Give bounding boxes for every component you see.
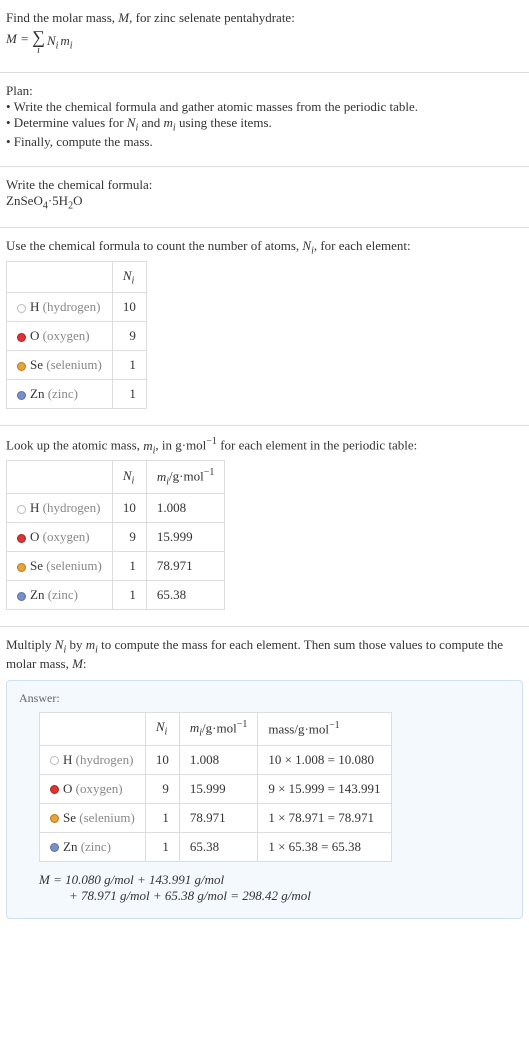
table-row: Se (selenium)178.971 xyxy=(7,552,225,581)
element-dot-icon xyxy=(50,814,59,823)
plan-bullet-2: • Determine values for Ni and mi using t… xyxy=(6,115,523,134)
table-row: Zn (zinc)165.381 × 65.38 = 65.38 xyxy=(40,832,392,861)
table-row: H (hydrogen)10 xyxy=(7,293,147,322)
element-dot-icon xyxy=(17,304,26,313)
element-dot-icon xyxy=(17,534,26,543)
sigma-icon: ∑ i xyxy=(32,28,45,56)
eq-mi: mi xyxy=(60,33,72,52)
element-dot-icon xyxy=(17,563,26,572)
plan-bullet-3: • Finally, compute the mass. xyxy=(6,134,523,150)
element-dot-icon xyxy=(50,785,59,794)
intro-text: Find the molar mass, xyxy=(6,10,118,25)
element-dot-icon xyxy=(50,756,59,765)
formula-title: Write the chemical formula: xyxy=(6,177,523,193)
mass-table: Ni mi/g·mol−1 H (hydrogen)101.008 O (oxy… xyxy=(6,460,225,610)
table-header-row: Ni xyxy=(7,261,147,293)
multiply-section: Multiply Ni by mi to compute the mass fo… xyxy=(0,627,529,674)
col-Ni: Ni xyxy=(145,712,179,745)
table-row: O (oxygen)9 xyxy=(7,322,147,351)
sum-expression: ∑ i Nimi xyxy=(32,28,72,56)
element-dot-icon xyxy=(50,843,59,852)
col-Ni: Ni xyxy=(112,461,146,494)
table-row: H (hydrogen)101.008 xyxy=(7,494,225,523)
count-title: Use the chemical formula to count the nu… xyxy=(6,238,523,257)
final-molar-mass: M = 10.080 g/mol + 143.991 g/mol + 78.97… xyxy=(39,872,510,904)
element-dot-icon xyxy=(17,362,26,371)
answer-label: Answer: xyxy=(19,691,510,706)
count-section: Use the chemical formula to count the nu… xyxy=(0,228,529,426)
intro-line: Find the molar mass, M, for zinc selenat… xyxy=(6,10,523,26)
element-dot-icon xyxy=(17,391,26,400)
plan-title: Plan: xyxy=(6,83,523,99)
eq-Ni: Ni xyxy=(47,33,58,52)
element-dot-icon xyxy=(17,333,26,342)
formula-text: ZnSeO4·5H2O xyxy=(6,193,523,212)
intro-equation: M = ∑ i Nimi xyxy=(6,28,523,56)
intro-text2: , for zinc selenate pentahydrate: xyxy=(129,10,295,25)
plan-section: Plan: • Write the chemical formula and g… xyxy=(0,73,529,167)
table-row: Se (selenium)1 xyxy=(7,351,147,380)
table-header-row: Ni mi/g·mol−1 mass/g·mol−1 xyxy=(40,712,392,745)
answer-box: Answer: Ni mi/g·mol−1 mass/g·mol−1 H (hy… xyxy=(6,680,523,919)
formula-section: Write the chemical formula: ZnSeO4·5H2O xyxy=(0,167,529,229)
count-table: Ni H (hydrogen)10 O (oxygen)9 Se (seleni… xyxy=(6,261,147,410)
table-row: H (hydrogen)101.00810 × 1.008 = 10.080 xyxy=(40,745,392,774)
table-row: Zn (zinc)165.38 xyxy=(7,581,225,610)
mass-title: Look up the atomic mass, mi, in g·mol−1 … xyxy=(6,436,523,456)
table-row: Zn (zinc)1 xyxy=(7,380,147,409)
intro-section: Find the molar mass, M, for zinc selenat… xyxy=(0,0,529,73)
eq-lhs: M = xyxy=(6,31,32,46)
table-row: O (oxygen)915.9999 × 15.999 = 143.991 xyxy=(40,774,392,803)
plan-bullet-1: • Write the chemical formula and gather … xyxy=(6,99,523,115)
element-dot-icon xyxy=(17,592,26,601)
final-line-2: + 78.971 g/mol + 65.38 g/mol = 298.42 g/… xyxy=(69,888,510,904)
table-row: O (oxygen)915.999 xyxy=(7,523,225,552)
intro-M: M xyxy=(118,10,129,25)
element-dot-icon xyxy=(17,505,26,514)
col-mi: mi/g·mol−1 xyxy=(179,712,257,745)
col-mi: mi/g·mol−1 xyxy=(146,461,224,494)
final-line-1: M = 10.080 g/mol + 143.991 g/mol xyxy=(39,872,510,888)
col-Ni: Ni xyxy=(112,261,146,293)
answer-table: Ni mi/g·mol−1 mass/g·mol−1 H (hydrogen)1… xyxy=(39,712,392,862)
mass-section: Look up the atomic mass, mi, in g·mol−1 … xyxy=(0,426,529,627)
table-row: Se (selenium)178.9711 × 78.971 = 78.971 xyxy=(40,803,392,832)
table-header-row: Ni mi/g·mol−1 xyxy=(7,461,225,494)
col-mass: mass/g·mol−1 xyxy=(258,712,391,745)
